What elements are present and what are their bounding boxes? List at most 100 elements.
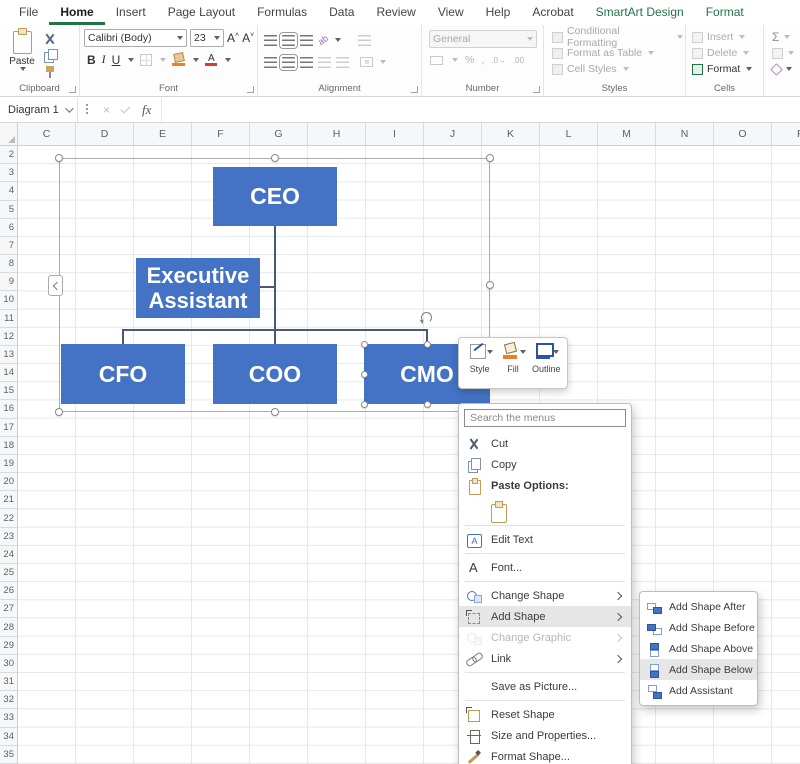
row-header[interactable]: 7 xyxy=(0,237,17,255)
menu-item[interactable] xyxy=(459,522,631,529)
row-header[interactable]: 16 xyxy=(0,400,17,418)
borders-icon[interactable] xyxy=(140,54,152,66)
delete-cells-button[interactable]: Delete xyxy=(692,45,761,61)
row-header[interactable]: 29 xyxy=(0,637,17,655)
worksheet[interactable]: C D E F G H I J K L M N xyxy=(0,123,800,764)
row-header[interactable]: 24 xyxy=(0,546,17,564)
increase-decimal-icon[interactable]: .0→ xyxy=(491,56,506,65)
cmo-handle-top-middle[interactable] xyxy=(424,341,431,348)
enter-icon[interactable] xyxy=(121,104,131,114)
row-header[interactable]: 14 xyxy=(0,364,17,382)
row-header[interactable]: 4 xyxy=(0,182,17,200)
ribbon-tab[interactable]: Home xyxy=(49,0,104,25)
row-header[interactable]: 3 xyxy=(0,164,17,182)
column-header[interactable]: I xyxy=(366,123,424,145)
formula-input[interactable] xyxy=(161,98,800,122)
menu-item[interactable]: Cut xyxy=(459,433,631,454)
fill-color-icon[interactable] xyxy=(172,53,185,66)
row-header[interactable]: 19 xyxy=(0,455,17,473)
row-header[interactable]: 5 xyxy=(0,201,17,219)
number-format-select[interactable]: General xyxy=(429,30,537,48)
ribbon-tab[interactable]: File xyxy=(8,0,49,25)
menu-item[interactable] xyxy=(459,550,631,557)
column-header[interactable]: N xyxy=(656,123,714,145)
align-left-icon[interactable] xyxy=(264,57,277,68)
row-header[interactable]: 8 xyxy=(0,255,17,273)
autosum-button[interactable]: Σ xyxy=(772,29,798,45)
orientation-dropdown-icon[interactable] xyxy=(335,38,341,42)
org-node-coo[interactable]: COO xyxy=(213,344,337,404)
align-top-icon[interactable] xyxy=(264,35,277,46)
menu-item[interactable]: Save as Picture... xyxy=(459,676,631,697)
row-header[interactable]: 32 xyxy=(0,691,17,709)
row-header[interactable]: 10 xyxy=(0,291,17,309)
frame-handle-right-middle[interactable] xyxy=(486,281,494,289)
row-header[interactable]: 6 xyxy=(0,219,17,237)
fill-color-dropdown-icon[interactable] xyxy=(193,58,199,62)
rotate-handle-icon[interactable] xyxy=(421,312,432,323)
underline-dropdown-icon[interactable] xyxy=(128,58,134,62)
row-header[interactable]: 9 xyxy=(0,273,17,291)
decrease-indent-icon[interactable] xyxy=(318,57,331,68)
style-button[interactable]: Style xyxy=(463,343,496,385)
formula-bar-handle[interactable] xyxy=(86,104,88,116)
menu-item[interactable]: Size and Properties... xyxy=(459,725,631,746)
row-header[interactable]: 23 xyxy=(0,528,17,546)
cmo-handle-bottom-middle[interactable] xyxy=(424,401,431,408)
ribbon-tab[interactable]: Page Layout xyxy=(157,0,246,25)
row-header[interactable]: 25 xyxy=(0,564,17,582)
row-header[interactable]: 27 xyxy=(0,600,17,618)
ribbon-tab[interactable]: SmartArt Design xyxy=(585,0,695,25)
column-header[interactable]: O xyxy=(714,123,772,145)
menu-item[interactable]: Change Shape xyxy=(459,585,631,606)
increase-indent-icon[interactable] xyxy=(336,57,349,68)
ribbon-tab[interactable]: Data xyxy=(318,0,365,25)
outline-button[interactable]: Outline xyxy=(530,343,563,385)
submenu-item[interactable]: Add Shape Below xyxy=(640,659,757,680)
menu-item[interactable]: Change Graphic xyxy=(459,627,631,648)
row-header[interactable]: 35 xyxy=(0,746,17,764)
row-header[interactable]: 13 xyxy=(0,346,17,364)
align-center-icon[interactable] xyxy=(282,57,295,68)
column-header[interactable]: H xyxy=(308,123,366,145)
row-header[interactable]: 20 xyxy=(0,473,17,491)
row-header[interactable]: 21 xyxy=(0,491,17,509)
frame-handle-bottom-middle[interactable] xyxy=(271,408,279,416)
select-all-corner[interactable] xyxy=(0,123,18,146)
row-header[interactable]: 28 xyxy=(0,618,17,636)
menu-item[interactable]: Copy xyxy=(459,454,631,475)
submenu-item[interactable]: Add Assistant xyxy=(640,680,757,701)
name-box-dropdown-icon[interactable] xyxy=(65,104,73,112)
menu-item[interactable]: Link xyxy=(459,648,631,669)
accounting-format-icon[interactable] xyxy=(430,56,443,65)
org-node-executive-assistant[interactable]: Executive Assistant xyxy=(136,258,260,318)
font-color-dropdown-icon[interactable] xyxy=(225,58,231,62)
column-header[interactable]: L xyxy=(540,123,598,145)
decrease-decimal-icon[interactable]: .00 xyxy=(513,56,524,65)
ribbon-tab[interactable]: View xyxy=(427,0,475,25)
column-header[interactable]: K xyxy=(482,123,540,145)
menu-item[interactable]: Paste Options: xyxy=(459,475,631,496)
row-header[interactable]: 17 xyxy=(0,419,17,437)
alignment-dialog-launcher-icon[interactable] xyxy=(411,86,418,93)
wrap-text-icon[interactable] xyxy=(358,35,371,46)
cmo-handle-left-middle[interactable] xyxy=(361,371,368,378)
frame-handle-bottom-left[interactable] xyxy=(55,408,63,416)
row-header[interactable]: 18 xyxy=(0,437,17,455)
merge-center-icon[interactable] xyxy=(360,57,373,67)
org-node-cfo[interactable]: CFO xyxy=(61,344,185,404)
font-dialog-launcher-icon[interactable] xyxy=(247,86,254,93)
menu-item[interactable] xyxy=(459,496,631,522)
paste-button[interactable]: Paste xyxy=(4,29,40,81)
format-cells-button[interactable]: Format xyxy=(692,61,761,77)
row-header[interactable]: 11 xyxy=(0,310,17,328)
column-header[interactable]: D xyxy=(76,123,134,145)
submenu-item[interactable]: Add Shape After xyxy=(640,596,757,617)
ribbon-tab[interactable]: Format xyxy=(695,0,755,25)
fill-button[interactable] xyxy=(772,45,798,61)
column-header[interactable]: J xyxy=(424,123,482,145)
submenu-item[interactable]: Add Shape Before xyxy=(640,617,757,638)
column-header[interactable]: F xyxy=(192,123,250,145)
column-header[interactable]: M xyxy=(598,123,656,145)
ribbon-tab[interactable]: Acrobat xyxy=(521,0,584,25)
